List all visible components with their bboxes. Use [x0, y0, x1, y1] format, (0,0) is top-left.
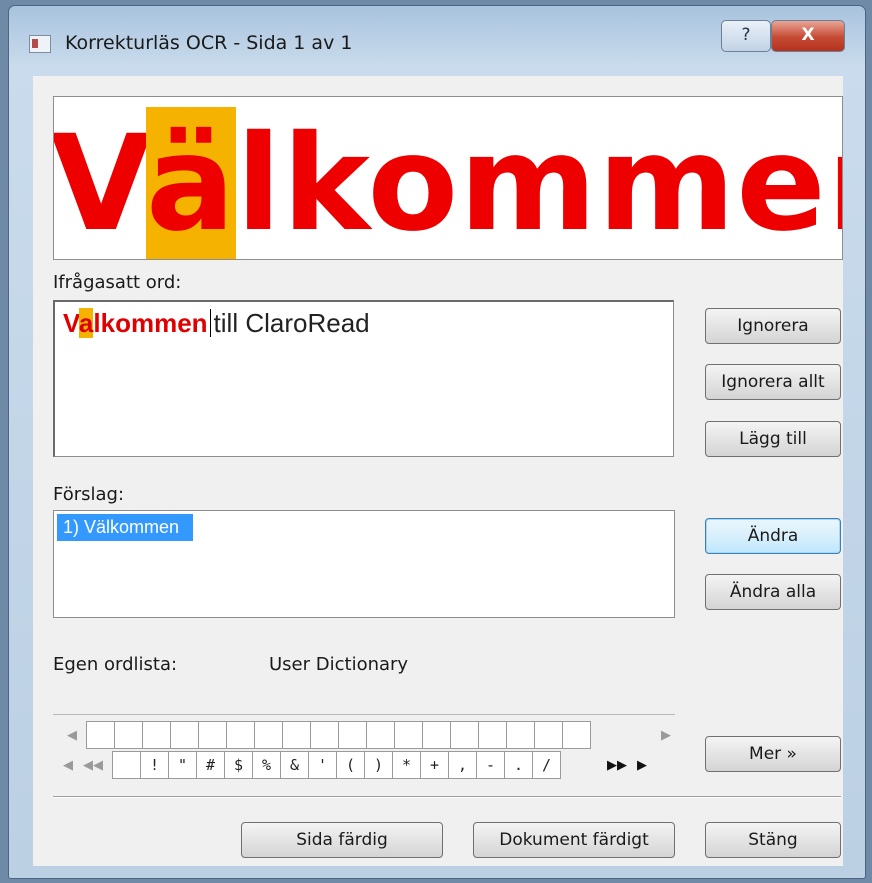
suggestions-list[interactable]: 1) Välkommen	[53, 510, 675, 618]
char-cell[interactable]	[506, 721, 535, 749]
char-cell[interactable]	[170, 721, 199, 749]
characters-row-1	[86, 721, 591, 749]
window-title: Korrekturläs OCR - Sida 1 av 1	[65, 32, 353, 54]
char-cell[interactable]	[142, 721, 171, 749]
page-done-button[interactable]: Sida färdig	[241, 822, 443, 858]
char-cell[interactable]	[562, 721, 591, 749]
char-cell[interactable]	[534, 721, 563, 749]
char-cell[interactable]: (	[336, 751, 365, 779]
characters-row-2: ! " # $ % & ' ( ) * + , - . /	[112, 751, 561, 779]
add-to-dictionary-button[interactable]: Lägg till	[705, 421, 841, 457]
scroll-forward-icon[interactable]: ▶	[637, 758, 647, 773]
char-cell[interactable]: #	[196, 751, 225, 779]
char-cell[interactable]	[112, 751, 141, 779]
char-cell[interactable]	[282, 721, 311, 749]
title-bar[interactable]: Korrekturläs OCR - Sida 1 av 1 ? X	[9, 6, 865, 76]
char-cell[interactable]	[478, 721, 507, 749]
ocr-image-preview: Välkommen	[53, 96, 843, 260]
scroll-right-icon[interactable]: ▶	[661, 728, 671, 743]
char-cell[interactable]: *	[392, 751, 421, 779]
scroll-first-icon[interactable]: ◀◀	[83, 758, 103, 773]
char-cell[interactable]	[226, 721, 255, 749]
scroll-left-icon[interactable]: ◀	[67, 728, 77, 743]
questioned-word-label: Ifrågasatt ord:	[53, 272, 182, 293]
char-cell[interactable]: /	[532, 751, 561, 779]
close-button[interactable]: Stäng	[705, 822, 841, 858]
char-cell[interactable]	[198, 721, 227, 749]
char-cell[interactable]	[86, 721, 115, 749]
suggestion-item[interactable]: 1) Välkommen	[57, 514, 194, 541]
char-cell[interactable]	[254, 721, 283, 749]
questioned-text: Valkommen till ClaroRead	[63, 308, 370, 339]
questioned-word: Valkommen	[63, 308, 208, 338]
char-cell[interactable]: '	[308, 751, 337, 779]
app-icon	[29, 35, 51, 53]
suggestions-label: Förslag:	[53, 484, 125, 505]
char-cell[interactable]: &	[280, 751, 309, 779]
document-done-button[interactable]: Dokument färdigt	[473, 822, 675, 858]
char-cell[interactable]: )	[364, 751, 393, 779]
text-caret	[209, 309, 211, 337]
char-cell[interactable]	[310, 721, 339, 749]
scroll-back-icon[interactable]: ◀	[63, 758, 73, 773]
char-cell[interactable]: +	[420, 751, 449, 779]
char-cell[interactable]	[338, 721, 367, 749]
ignore-button[interactable]: Ignorera	[705, 308, 841, 344]
dictionary-value: User Dictionary	[269, 654, 409, 675]
char-cell[interactable]: -	[476, 751, 505, 779]
dialog-content: Välkommen Ifrågasatt ord: Valkommentill …	[33, 76, 843, 866]
close-window-button[interactable]: X	[771, 20, 845, 52]
dialog-window: Korrekturläs OCR - Sida 1 av 1 ? X Välko…	[8, 5, 866, 879]
char-cell[interactable]: %	[252, 751, 281, 779]
ignore-all-button[interactable]: Ignorera allt	[705, 364, 841, 400]
char-cell[interactable]: ,	[448, 751, 477, 779]
char-cell[interactable]	[394, 721, 423, 749]
more-button[interactable]: Mer »	[705, 736, 841, 772]
char-cell[interactable]: .	[504, 751, 533, 779]
help-button[interactable]: ?	[721, 20, 771, 52]
change-all-button[interactable]: Ändra alla	[705, 574, 841, 610]
ocr-image-word: Välkommen	[53, 107, 842, 260]
characters-divider	[53, 714, 675, 715]
char-cell[interactable]: "	[168, 751, 197, 779]
change-button[interactable]: Ändra	[705, 518, 841, 554]
questioned-word-textbox[interactable]: Valkommen till ClaroRead	[53, 300, 674, 457]
char-cell[interactable]	[422, 721, 451, 749]
context-text: till ClaroRead	[213, 308, 370, 338]
dictionary-label: Egen ordlista:	[53, 654, 178, 675]
char-cell[interactable]: !	[140, 751, 169, 779]
char-cell[interactable]: $	[224, 751, 253, 779]
char-cell[interactable]	[366, 721, 395, 749]
scroll-last-icon[interactable]: ▶▶	[607, 758, 627, 773]
bottom-divider	[53, 796, 841, 798]
char-cell[interactable]	[114, 721, 143, 749]
char-cell[interactable]	[450, 721, 479, 749]
